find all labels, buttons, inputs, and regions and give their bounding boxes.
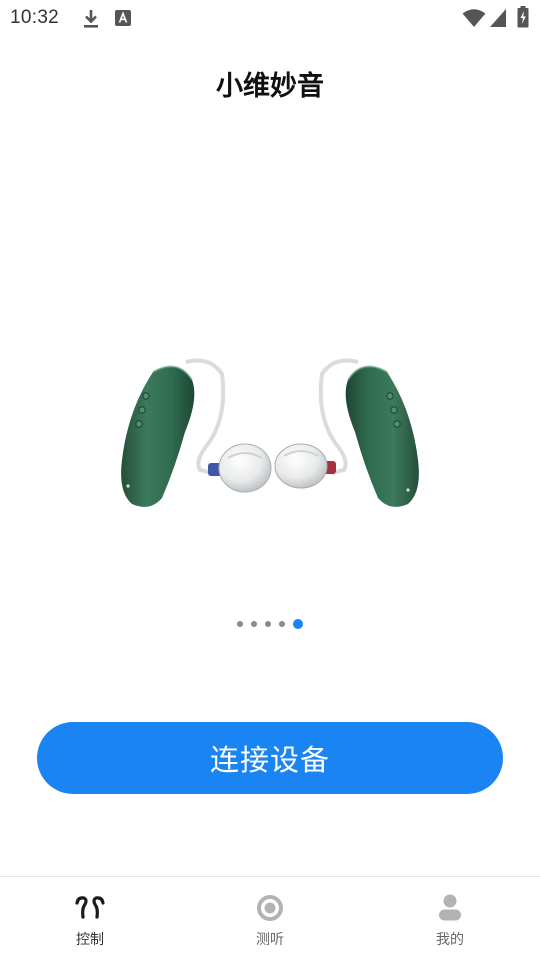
tab-hearing-test[interactable]: 测听: [180, 877, 360, 961]
status-bar: 10:32: [0, 0, 540, 36]
page-dot[interactable]: [265, 621, 271, 627]
product-carousel[interactable]: [0, 340, 540, 530]
carousel-pagination: [0, 618, 540, 630]
page-dot[interactable]: [279, 621, 285, 627]
tab-control[interactable]: 控制: [0, 877, 180, 961]
page-dot[interactable]: [237, 621, 243, 627]
tab-hearing-test-label: 测听: [256, 932, 284, 948]
page-dot[interactable]: [251, 621, 257, 627]
status-time: 10:32: [10, 7, 60, 28]
tab-profile[interactable]: 我的: [360, 877, 540, 961]
page-dot-active[interactable]: [293, 619, 303, 629]
text-badge-icon: [115, 10, 131, 26]
bottom-tab-bar: 控制 测听 我的: [0, 876, 540, 961]
wifi-icon: [462, 9, 486, 27]
hearing-aids-icon: [73, 893, 107, 923]
app-title: 小维妙音: [216, 71, 324, 102]
tab-control-label: 控制: [76, 932, 104, 948]
tab-profile-label: 我的: [436, 932, 464, 948]
download-icon: [84, 10, 98, 28]
person-icon: [438, 893, 462, 923]
hearing-aids-image: [121, 358, 419, 507]
battery-charging-icon: [517, 6, 529, 28]
target-icon: [256, 893, 284, 923]
connect-device-button[interactable]: 连接设备: [37, 722, 503, 794]
signal-icon: [490, 9, 506, 27]
